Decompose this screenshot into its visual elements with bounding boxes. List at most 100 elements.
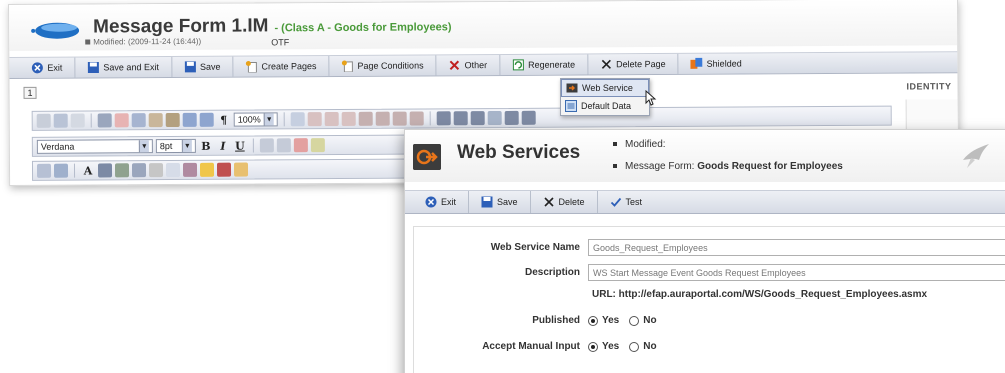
create-pages-icon [245, 61, 258, 73]
modified-label: Modified: [93, 37, 126, 47]
bold-button[interactable]: B [199, 139, 213, 152]
modified-label: Modified: [625, 139, 666, 150]
page-conditions-label: Page Conditions [357, 60, 424, 71]
font-family-select[interactable]: Verdana ▼ [36, 139, 153, 154]
mouse-cursor-icon [645, 90, 657, 106]
link-icon[interactable] [131, 163, 147, 178]
exit-button[interactable]: Exit [19, 57, 76, 78]
cell-properties-icon[interactable] [504, 110, 519, 125]
align-right-icon[interactable] [392, 111, 407, 126]
manual-input-no-radio[interactable] [629, 341, 640, 352]
web-service-name-row: Web Service Name Goods_Request_Employees [414, 239, 1005, 256]
insert-row-icon[interactable] [453, 111, 468, 126]
separator [429, 111, 431, 126]
delete-page-label: Delete Page [616, 58, 666, 70]
web-service-form: Web Service Name Goods_Request_Employees… [413, 226, 1005, 373]
ordered-list-icon[interactable] [290, 112, 305, 127]
paste-special-icon[interactable] [165, 112, 180, 128]
underline-button[interactable]: U [233, 139, 247, 152]
manual-input-radio-group: Yes No [588, 341, 663, 352]
align-center-icon[interactable] [375, 111, 390, 126]
image-icon[interactable] [97, 163, 113, 178]
delete-label: Delete [558, 197, 585, 207]
zoom-select[interactable]: 100% ▼ [233, 112, 278, 127]
outdent-icon[interactable] [341, 111, 356, 126]
menu-item-web-service[interactable]: Web Service [561, 79, 649, 97]
description-label: Description [524, 267, 580, 278]
regenerate-icon [512, 59, 524, 71]
save-and-exit-button[interactable]: Save and Exit [75, 56, 173, 78]
published-row: Published Yes No [414, 315, 1005, 326]
form-table-icon[interactable] [53, 163, 69, 178]
save-icon [87, 61, 99, 74]
manual-input-yes-radio[interactable] [588, 341, 598, 352]
clock-icon[interactable] [233, 162, 249, 177]
web-services-header: Web Services Modified: Message Form: Goo… [405, 130, 1005, 182]
form-field-icon[interactable] [36, 163, 52, 178]
save-button[interactable]: Save [171, 56, 234, 77]
font-size-value: 8pt [159, 140, 173, 152]
indent-icon[interactable] [324, 111, 339, 127]
save-button[interactable]: Save [469, 191, 531, 213]
font-color-icon[interactable] [293, 138, 308, 153]
published-no-radio[interactable] [629, 315, 640, 326]
special-char-icon[interactable] [182, 162, 198, 177]
cut-icon[interactable] [114, 113, 129, 128]
modified-info: Modified: [613, 139, 666, 150]
text-label-icon[interactable]: A [81, 164, 95, 177]
image-gallery-icon[interactable] [114, 163, 130, 178]
emoticon-icon[interactable] [199, 162, 215, 177]
delete-button[interactable]: Delete [531, 191, 598, 213]
delete-icon [543, 197, 554, 207]
page-tab-1[interactable]: 1 [23, 86, 37, 99]
page-conditions-button[interactable]: Page Conditions [329, 55, 437, 77]
bullet-icon [85, 39, 91, 45]
preview-icon[interactable] [70, 113, 85, 128]
create-pages-button[interactable]: Create Pages [233, 56, 330, 77]
undo-icon[interactable] [182, 112, 197, 127]
superscript-icon[interactable] [259, 138, 274, 153]
textbox-icon[interactable] [165, 162, 181, 178]
italic-button[interactable]: I [216, 139, 230, 152]
description-row: Description WS Start Message Event Goods… [414, 264, 1005, 281]
other-label: Other [464, 60, 488, 71]
table-properties-icon[interactable] [521, 110, 536, 125]
separator [90, 113, 92, 128]
shielded-button[interactable]: Shielded [679, 53, 754, 73]
table-icon[interactable] [436, 111, 451, 126]
editor-toolbar-row-3: A [31, 158, 433, 181]
media-icon[interactable] [216, 162, 232, 177]
test-button[interactable]: Test [598, 191, 655, 213]
paste-icon[interactable] [148, 113, 163, 128]
regenerate-button[interactable]: Regenerate [500, 54, 589, 75]
check-icon [610, 197, 621, 207]
justify-icon[interactable] [409, 111, 424, 126]
other-button[interactable]: Other [436, 54, 501, 76]
redo-icon[interactable] [199, 112, 214, 127]
editor-toolbar-row-2: Verdana ▼ 8pt ▼ B I U [31, 134, 432, 157]
delete-page-button[interactable]: Delete Page [588, 53, 679, 75]
page-title: Message Form 1.IM - (Class A - Goods for … [93, 14, 451, 38]
description-field[interactable]: WS Start Message Event Goods Request Emp… [588, 264, 1005, 281]
menu-item-default-data[interactable]: Default Data [561, 97, 649, 115]
subscript-icon[interactable] [276, 138, 291, 153]
merge-cells-icon[interactable] [487, 110, 502, 126]
web-service-name-field[interactable]: Goods_Request_Employees [588, 239, 1005, 256]
exit-button[interactable]: Exit [413, 191, 470, 213]
save-icon [481, 196, 493, 208]
unordered-list-icon[interactable] [307, 112, 322, 127]
copy-icon[interactable] [131, 113, 146, 128]
paragraph-icon[interactable]: ¶ [217, 113, 231, 126]
find-icon[interactable] [36, 113, 51, 128]
regenerate-label: Regenerate [528, 59, 576, 70]
font-size-select[interactable]: 8pt ▼ [155, 138, 196, 154]
insert-column-icon[interactable] [470, 111, 485, 126]
horizontal-rule-icon[interactable] [148, 163, 164, 178]
chevron-down-icon: ▼ [263, 113, 274, 126]
print-icon[interactable] [53, 113, 68, 128]
align-left-icon[interactable] [358, 111, 373, 126]
published-yes-radio[interactable] [588, 315, 598, 326]
highlight-color-icon[interactable] [310, 138, 325, 153]
select-all-icon[interactable] [97, 113, 112, 128]
create-pages-label: Create Pages [261, 61, 317, 72]
